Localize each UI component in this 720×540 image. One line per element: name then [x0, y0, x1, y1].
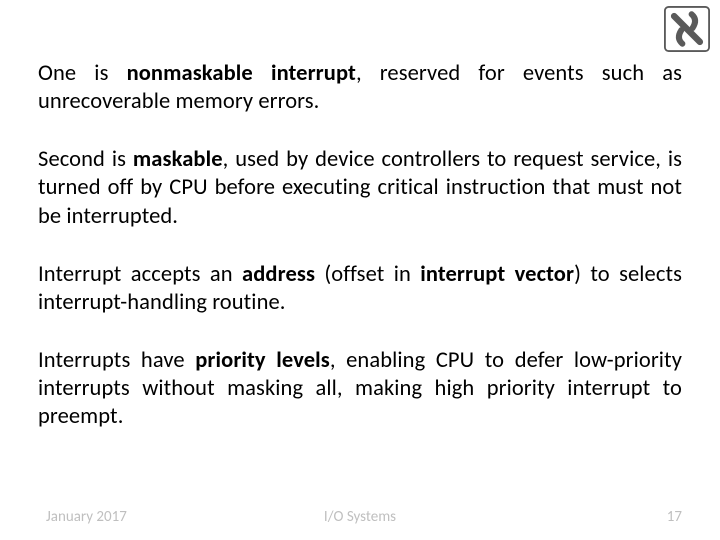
term-priority-levels: priority levels	[195, 347, 330, 374]
slide-footer: January 2017 I/O Systems 17	[0, 508, 720, 526]
paragraph-nonmaskable: One is nonmaskable interrupt, reserved f…	[38, 60, 682, 116]
text: Second is	[38, 146, 133, 173]
slide: One is nonmaskable interrupt, reserved f…	[0, 0, 720, 540]
term-nonmaskable-interrupt: nonmaskable interrupt	[127, 60, 356, 87]
paragraph-maskable: Second is maskable, used by device contr…	[38, 146, 682, 230]
term-maskable: maskable	[133, 146, 223, 173]
footer-date: January 2017	[46, 508, 127, 526]
text: (offset in	[315, 261, 420, 288]
paragraph-address: Interrupt accepts an address (offset in …	[38, 261, 682, 317]
text: Interrupt accepts an	[38, 261, 242, 288]
footer-page-number: 17	[667, 508, 682, 526]
term-address: address	[242, 261, 315, 288]
text: Interrupts have	[38, 347, 195, 374]
paragraph-priority: Interrupts have priority levels, enablin…	[38, 347, 682, 431]
institution-logo	[664, 6, 710, 52]
text: One is	[38, 60, 127, 87]
term-interrupt-vector: interrupt vector	[420, 261, 574, 288]
aleph-logo-icon	[664, 6, 710, 52]
